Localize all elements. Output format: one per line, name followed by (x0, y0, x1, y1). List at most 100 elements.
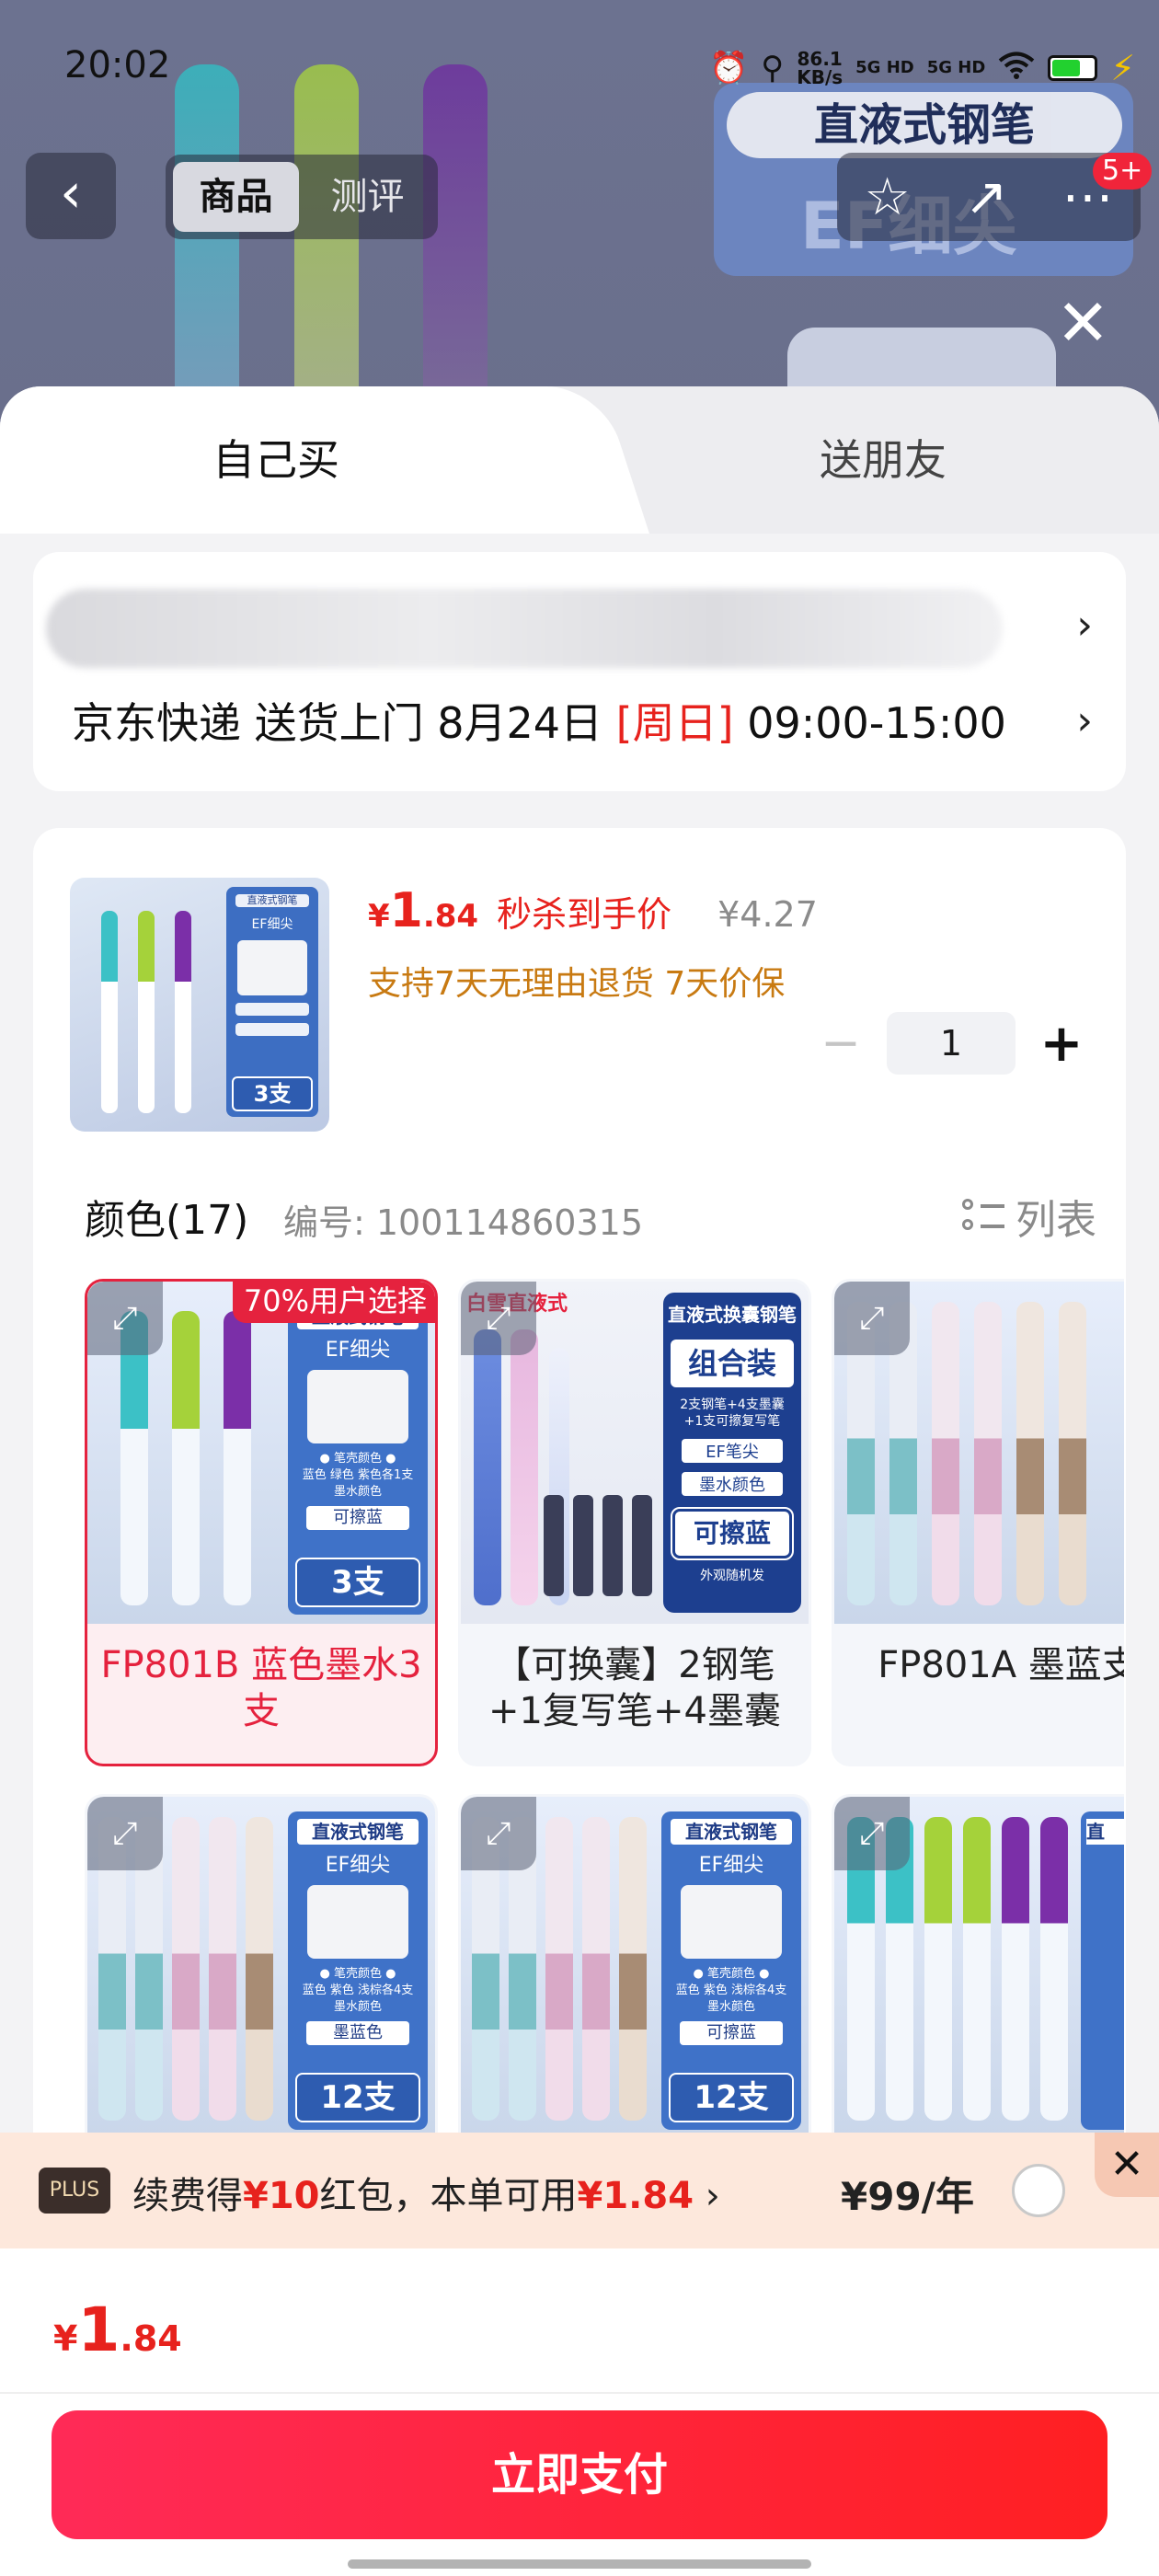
expand-icon[interactable]: ⤢ (834, 1282, 910, 1355)
variant-label: FP801B 蓝色墨水3支 (100, 1644, 422, 1732)
network-speed-unit: KB/s (797, 66, 843, 88)
package-ink-tag: 可擦蓝 (306, 1506, 409, 1530)
purchase-mode-tabs: 自己买 送朋友 (0, 386, 1159, 534)
signal-5g-1: 5G HD (855, 58, 914, 77)
close-icon[interactable]: ✕ (1095, 2133, 1159, 2197)
delivery-carrier-date: 京东快递 送货上门 8月24日 (72, 698, 616, 748)
price-decimal: .84 (120, 2318, 182, 2359)
expand-icon[interactable]: ⤢ (461, 1282, 536, 1355)
variant-package: 直液式钢笔 EF细尖 ● 笔壳颜色 ● 蓝色 绿色 紫色各1支 墨水颜色 可擦蓝… (288, 1296, 428, 1615)
thumb-package-title: 直液式钢笔 (235, 894, 309, 907)
variant-card[interactable]: ⤢ FP801A 墨蓝支 (832, 1279, 1124, 1766)
close-sheet-button[interactable]: ✕ (1056, 291, 1110, 355)
package-note: 蓝色 紫色 浅棕各4支 (302, 1984, 414, 1997)
quantity-value[interactable]: 1 (887, 1012, 1016, 1075)
package-nib-tag: EF笔尖 (682, 1439, 783, 1463)
tab-review[interactable]: 测评 (304, 162, 430, 232)
divider (0, 2392, 1159, 2394)
original-price: ¥4.27 (717, 894, 818, 935)
package-nib (307, 1885, 408, 1959)
network-speed-value: 86.1 (797, 48, 843, 70)
package-ink-tag: 可擦蓝 (671, 1507, 794, 1560)
current-price: ¥1.84 (368, 883, 478, 938)
thumb-package-sub: EF细尖 (251, 917, 293, 932)
expand-icon[interactable]: ⤢ (87, 1282, 163, 1355)
package-ef: EF细尖 (698, 1854, 764, 1877)
close-icon: ✕ (1056, 285, 1110, 361)
back-button[interactable]: ‹ (26, 153, 116, 239)
product-thumbnail[interactable]: 直液式钢笔 EF细尖 3支 (70, 878, 329, 1132)
chevron-right-icon[interactable]: › (1076, 602, 1093, 649)
status-time: 20:02 (64, 44, 171, 86)
return-policy: 支持7天无理由退货 7天价保 (368, 965, 786, 1003)
tab-product[interactable]: 商品 (173, 162, 299, 232)
plus-opt-in-radio[interactable] (1012, 2164, 1065, 2217)
package-nib (307, 1370, 408, 1443)
package-qty: 12支 (295, 2073, 420, 2122)
package-qty: 12支 (669, 2073, 794, 2122)
thumb-pen (101, 911, 118, 1113)
battery-icon (1048, 55, 1098, 81)
list-view-toggle[interactable]: 列表 (962, 1187, 1096, 1246)
thumb-package: 直液式钢笔 EF细尖 3支 (226, 887, 318, 1117)
checkout-footer: ¥1.84 立即支付 (0, 2248, 1159, 2576)
package-title: 直液式换囊钢笔 (668, 1304, 797, 1326)
message-badge: 5+ (1093, 153, 1153, 190)
plus-promo-text: 续费得¥10红包，本单可用¥1.84 › (132, 2166, 720, 2219)
expand-icon[interactable]: ⤢ (834, 1797, 910, 1870)
plus-text-a: 续费得 (132, 2175, 243, 2217)
favorite-star-icon[interactable]: ☆ (864, 167, 910, 227)
package-ef: EF细尖 (325, 1854, 391, 1877)
variant-card[interactable]: 白雪直液式 直液式换囊钢笔 组合装 2支钢笔+4支墨囊 +1支可擦复写笔 EF笔… (458, 1279, 811, 1766)
decrease-quantity-button[interactable]: − (813, 1016, 868, 1071)
delivery-info[interactable]: 京东快递 送货上门 8月24日 [周日] 09:00-15:00 (72, 690, 1006, 751)
price-row: ¥1.84 秒杀到手价 ¥4.27 (368, 883, 818, 938)
chevron-left-icon: ‹ (60, 161, 82, 225)
package-combo: 组合装 (671, 1340, 794, 1387)
package-title: 直液式钢笔 (297, 1819, 419, 1845)
package-note: 外观随机发 (700, 1569, 764, 1583)
price-integer: 1 (389, 883, 423, 938)
tab-gift-to-friend[interactable]: 送朋友 (625, 386, 1141, 534)
package-note: 墨水颜色 (706, 2000, 755, 2014)
package-note: ● 笔壳颜色 ● (319, 1967, 396, 1981)
list-icon (962, 1195, 1004, 1237)
price-symbol: ¥ (368, 898, 390, 935)
package-title: 直液式钢笔 (671, 1819, 792, 1845)
home-indicator[interactable] (348, 2559, 811, 2569)
variant-title: 颜色(17) (85, 1197, 249, 1244)
plus-reward: ¥10 (243, 2175, 320, 2217)
package-note: ● 笔壳颜色 ● (319, 1452, 396, 1466)
share-icon[interactable]: ↗ (965, 167, 1008, 227)
pay-now-button[interactable]: 立即支付 (52, 2410, 1107, 2539)
charging-icon: ⚡ (1110, 48, 1135, 88)
plus-membership-bar[interactable]: PLUS 续费得¥10红包，本单可用¥1.84 › ¥99/年 ✕ (0, 2133, 1159, 2248)
variant-label: FP801A 墨蓝支 (878, 1644, 1124, 1686)
expand-icon[interactable]: ⤢ (461, 1797, 536, 1870)
plus-logo: PLUS (39, 2168, 110, 2214)
chevron-right-icon[interactable]: › (1076, 697, 1093, 744)
wifi-icon (998, 51, 1035, 86)
variant-header: 颜色(17) 编号: 100114860315 列表 (85, 1187, 1096, 1251)
package-note: 墨水颜色 (333, 1485, 382, 1499)
price-integer: 1 (77, 2294, 120, 2365)
address-redacted[interactable] (46, 589, 1003, 668)
variant-card[interactable]: 直液式钢笔 EF细尖 ● 笔壳颜色 ● 蓝色 绿色 紫色各1支 墨水颜色 可擦蓝… (85, 1279, 438, 1766)
price-symbol: ¥ (53, 2318, 78, 2359)
increase-quantity-button[interactable]: + (1034, 1014, 1089, 1074)
package-qty: 3支 (295, 1558, 420, 1607)
flash-sale-tag: 秒杀到手价 (497, 894, 672, 935)
variant-package: 直液式钢笔 EF细尖 ● 笔壳颜色 ● 蓝色 紫色 浅棕各4支 墨水颜色 墨蓝色… (288, 1811, 428, 2130)
location-icon: ⚲ (761, 50, 785, 86)
thumb-package-qty: 3支 (232, 1076, 313, 1111)
popular-badge: 70%用户选择 (232, 1282, 435, 1323)
tab-buy-for-self[interactable]: 自己买 (0, 386, 552, 534)
status-bar: 20:02 ⏰ ⚲ 86.1 KB/s 5G HD 5G HD ⚡ (0, 0, 1159, 138)
package-ef: EF细尖 (325, 1339, 391, 1362)
product-code: 编号: 100114860315 (283, 1202, 644, 1243)
package-note: 蓝色 绿色 紫色各1支 (302, 1468, 414, 1482)
variant-package: 直液式钢笔 EF细尖 ● 笔壳颜色 ● 蓝色 紫色 浅棕各4支 墨水颜色 可擦蓝… (661, 1811, 801, 2130)
variant-package: 直液式换囊钢笔 组合装 2支钢笔+4支墨囊 +1支可擦复写笔 EF笔尖 墨水颜色… (663, 1293, 801, 1613)
signal-5g-2: 5G HD (926, 58, 986, 77)
expand-icon[interactable]: ⤢ (87, 1797, 163, 1870)
